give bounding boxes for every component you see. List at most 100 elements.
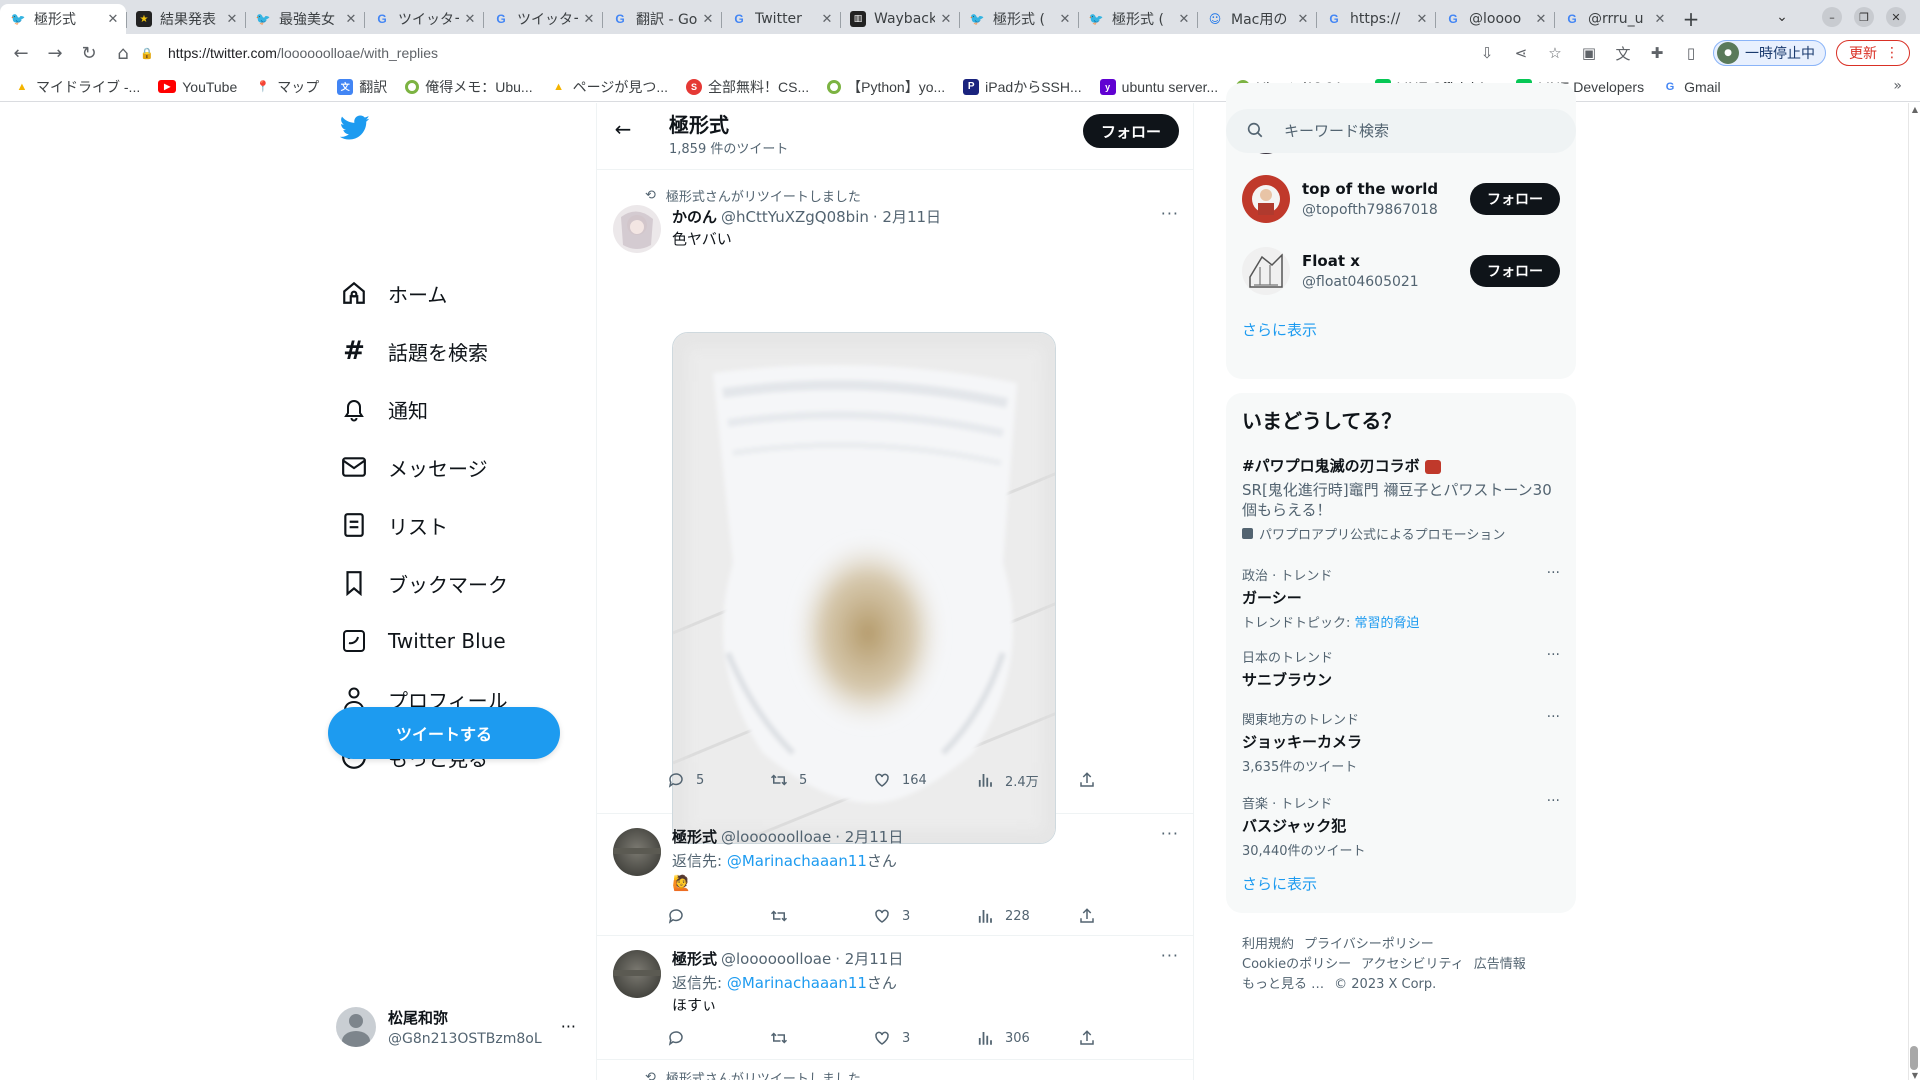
trend-item[interactable]: 政治 · トレンド ガーシー トレンドトピック: 常習的脅迫 ··· xyxy=(1242,565,1560,631)
tweet[interactable]: ⟲ 極形式さんがリツイートしました xyxy=(597,1060,1193,1080)
close-icon[interactable]: ✕ xyxy=(939,12,953,27)
nav-explore[interactable]: # 話題を検索 xyxy=(340,327,488,375)
close-icon[interactable]: ✕ xyxy=(225,12,239,27)
close-icon[interactable]: ✕ xyxy=(106,12,120,27)
nav-bookmarks[interactable]: ブックマーク xyxy=(340,559,508,607)
like-button[interactable]: 3 xyxy=(872,906,962,926)
nav-home[interactable]: ホーム xyxy=(340,269,447,317)
close-icon[interactable]: ✕ xyxy=(701,12,715,27)
tab-5[interactable]: Gツイッター✕ xyxy=(483,4,602,34)
update-button[interactable]: 更新 ⋮ xyxy=(1836,40,1910,66)
forward-button[interactable]: → xyxy=(42,40,68,66)
more-dots-icon[interactable]: ··· xyxy=(1547,793,1560,809)
reply-button[interactable]: 5 xyxy=(666,770,756,790)
close-icon[interactable]: ✕ xyxy=(1177,12,1191,27)
puzzle-icon[interactable]: ✚ xyxy=(1645,41,1669,65)
side-panel-icon[interactable]: ▯ xyxy=(1679,41,1703,65)
close-icon[interactable]: ✕ xyxy=(1058,12,1072,27)
url-field[interactable]: 🔒 https://twitter.com/loooooolloae/with_… xyxy=(140,39,1450,67)
more-dots-icon[interactable]: ··· xyxy=(1547,709,1560,725)
trend-topic-link[interactable]: 常習的脅迫 xyxy=(1355,616,1420,631)
suggested-user[interactable]: top of the world @topofth79867018 フォロー xyxy=(1242,171,1560,227)
close-icon[interactable]: ✕ xyxy=(582,12,596,27)
tweet[interactable]: ⟲ 極形式さんがリツイートしました かのん @hCttYuXZgQ08bin · … xyxy=(597,178,1193,844)
star-icon[interactable]: ☆ xyxy=(1543,41,1567,65)
views-button[interactable]: 228 xyxy=(975,906,1065,926)
tab-11[interactable]: ☺ Mac用の ✕ xyxy=(1197,4,1316,34)
close-icon[interactable]: ✕ xyxy=(1653,12,1667,27)
show-more-link[interactable]: さらに表示 xyxy=(1242,319,1317,340)
avatar[interactable] xyxy=(613,950,661,998)
follow-button[interactable]: フォロー xyxy=(1083,114,1179,148)
reply-button[interactable] xyxy=(666,1028,756,1048)
scroll-up-icon[interactable]: ▲ xyxy=(1912,105,1918,114)
account-switcher[interactable]: 松尾和弥 @G8n213OSTBzm8oL ··· xyxy=(336,999,576,1055)
author-handle[interactable]: @loooooolloae xyxy=(721,828,831,846)
bookmark-item[interactable]: ▲ マイドライブ -... xyxy=(14,77,141,97)
bookmark-item[interactable]: 📍 マップ xyxy=(255,77,319,97)
suggested-user[interactable]: Float x @float04605021 フォロー xyxy=(1242,243,1560,299)
trend-item[interactable]: 日本のトレンド サニブラウン ··· xyxy=(1242,647,1560,690)
tweet[interactable]: 極形式 @loooooolloae · 2月11日 ··· 返信先: @Mari… xyxy=(597,814,1193,936)
views-button[interactable]: 2.4万 xyxy=(975,770,1065,790)
author-handle[interactable]: @loooooolloae xyxy=(721,950,831,968)
tab-7[interactable]: G Twitter ✕ xyxy=(721,4,840,34)
close-icon[interactable]: ✕ xyxy=(1534,12,1548,27)
nav-notifications[interactable]: 通知 xyxy=(340,385,428,433)
nav-twitter-blue[interactable]: Twitter Blue xyxy=(340,617,506,665)
close-icon[interactable]: ✕ xyxy=(1296,12,1310,27)
close-icon[interactable]: ✕ xyxy=(1415,12,1429,27)
trend-item[interactable]: 音楽 · トレンド バスジャック犯 30,440件のツイート ··· xyxy=(1242,793,1560,859)
tab-1[interactable]: 🐦 極形式 ✕ xyxy=(0,4,126,34)
home-button[interactable]: ⌂ xyxy=(110,40,136,66)
tweet-date[interactable]: · 2月11日 xyxy=(873,206,941,227)
follow-button[interactable]: フォロー xyxy=(1470,183,1560,215)
minimize-button[interactable]: – xyxy=(1822,7,1842,27)
tab-3[interactable]: 🐦 最強美女 ✕ xyxy=(245,4,364,34)
tab-12[interactable]: Ghttps://✕ xyxy=(1316,4,1435,34)
tab-6[interactable]: G 翻訳 - Go ✕ xyxy=(602,4,721,34)
avatar[interactable] xyxy=(613,828,661,876)
author-name[interactable]: かのん xyxy=(672,206,717,227)
privacy-link[interactable]: プライバシーポリシー xyxy=(1304,937,1434,952)
bookmark-item[interactable]: 【Python】yo... xyxy=(827,77,945,97)
retweet-button[interactable] xyxy=(769,1028,859,1048)
bookmark-item[interactable]: 文翻訳 xyxy=(337,77,387,97)
reply-to-link[interactable]: @Marinachaaan11 xyxy=(727,852,867,870)
like-button[interactable]: 164 xyxy=(872,770,962,790)
trend-item[interactable]: 関東地方のトレンド ジョッキーカメラ 3,635件のツイート ··· xyxy=(1242,709,1560,775)
nav-lists[interactable]: リスト xyxy=(340,501,448,549)
like-button[interactable]: 3 xyxy=(872,1028,962,1048)
tab-4[interactable]: Gツイッター✕ xyxy=(364,4,483,34)
bookmark-item[interactable]: G Gmail xyxy=(1662,79,1721,95)
bookmark-item[interactable]: 俺得メモ：Ubu... xyxy=(405,77,533,97)
more-dots-icon[interactable]: ··· xyxy=(1547,565,1560,581)
more-dots-icon[interactable]: ··· xyxy=(1161,824,1179,843)
tab-14[interactable]: G @rrru_u ✕ xyxy=(1554,4,1673,34)
tweet-date[interactable]: · 2月11日 xyxy=(835,948,903,969)
bookmark-item[interactable]: S 全部無料！CS... xyxy=(686,77,809,97)
tab-10[interactable]: 🐦 極形式 (✕ xyxy=(1078,4,1197,34)
close-icon[interactable]: ✕ xyxy=(463,12,477,27)
retweet-button[interactable]: 5 xyxy=(769,770,859,790)
back-button[interactable]: ← xyxy=(8,40,34,66)
extension-icon[interactable]: ▣ xyxy=(1577,41,1601,65)
bookmark-item[interactable]: PiPadからSSH... xyxy=(963,77,1082,97)
share-button[interactable] xyxy=(1078,1028,1098,1048)
scrollbar-thumb[interactable] xyxy=(1910,1046,1918,1070)
close-icon[interactable]: ✕ xyxy=(344,12,358,27)
tweet-button[interactable]: ツイートする xyxy=(328,707,560,759)
nav-messages[interactable]: メッセージ xyxy=(340,443,488,491)
chevron-right-icon[interactable]: » xyxy=(1893,78,1902,94)
tab-search-icon[interactable]: ⌄ xyxy=(1772,7,1792,27)
terms-link[interactable]: 利用規約 xyxy=(1242,937,1294,952)
tweet[interactable]: 極形式 @loooooolloae · 2月11日 ··· 返信先: @Mari… xyxy=(597,936,1193,1060)
author-handle[interactable]: @hCttYuXZgQ08bin xyxy=(721,208,869,226)
tweet-image[interactable] xyxy=(672,332,1056,844)
translate-extension-icon[interactable]: 文 xyxy=(1611,41,1635,65)
more-dots-icon[interactable]: ··· xyxy=(561,1017,576,1036)
twitter-logo-icon[interactable] xyxy=(339,115,372,145)
more-link[interactable]: もっと見る … xyxy=(1242,977,1324,992)
avatar[interactable] xyxy=(613,205,661,253)
install-icon[interactable]: ⇩ xyxy=(1475,41,1499,65)
